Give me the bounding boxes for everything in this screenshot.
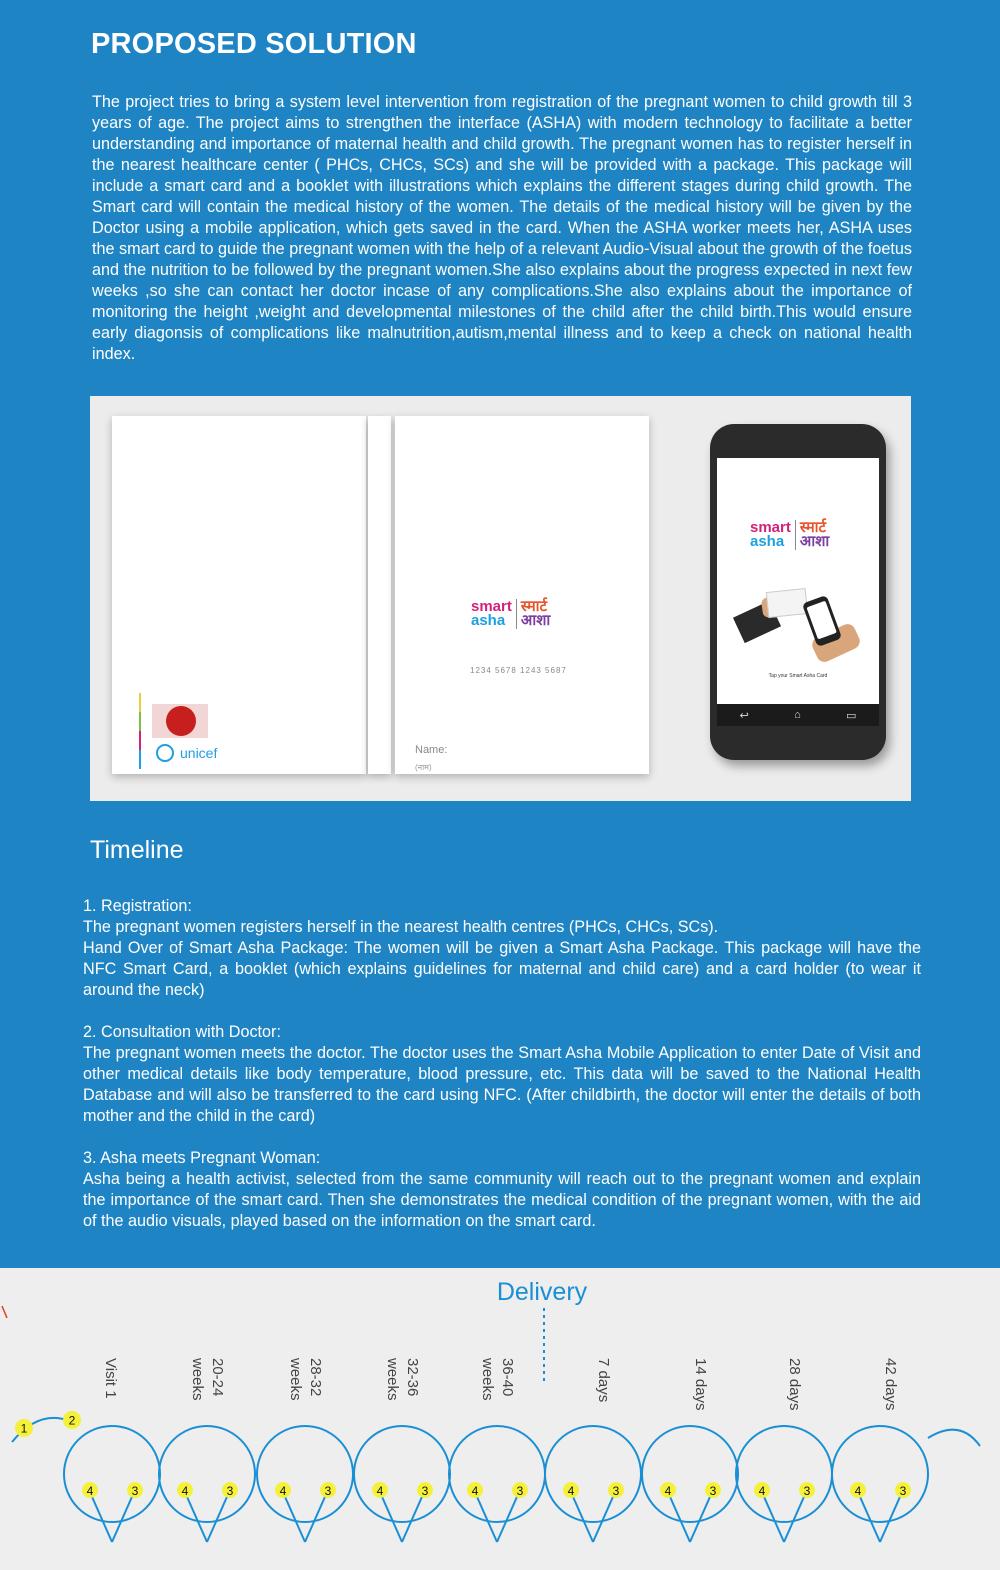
name-label: Name: bbox=[415, 744, 448, 756]
app-logo-word-asha-hi: आशा bbox=[799, 533, 830, 550]
stage-label: weeks bbox=[479, 1357, 496, 1401]
loop-marker-label: 3 bbox=[517, 1484, 524, 1498]
timeline-loop bbox=[353, 1425, 451, 1523]
home-icon: ⌂ bbox=[794, 709, 801, 721]
stage-label: 28-32 bbox=[307, 1358, 324, 1396]
smart-asha-logo: smart ashaस्मार्ट आशा bbox=[471, 599, 550, 629]
stage-label: weeks bbox=[189, 1357, 206, 1401]
loop-marker-label: 4 bbox=[182, 1484, 189, 1498]
app-logo: smart ashaस्मार्ट आशा bbox=[750, 520, 829, 550]
timeline-heading: Timeline bbox=[90, 836, 184, 864]
tap-caption: Tap your Smart Asha Card bbox=[768, 673, 828, 679]
timeline-loop bbox=[256, 1425, 354, 1523]
stage-label: 7 days bbox=[595, 1358, 612, 1402]
loop-marker-label: 4 bbox=[472, 1484, 479, 1498]
loop-marker-label: 3 bbox=[613, 1484, 620, 1498]
stage-label: weeks bbox=[384, 1357, 401, 1401]
phone-nav-bar: ↩ ⌂ ▭ bbox=[717, 704, 879, 726]
corner-accent bbox=[1, 1305, 8, 1319]
loop-marker-label: 4 bbox=[665, 1484, 672, 1498]
timeline-step-3: 3. Asha meets Pregnant Woman: Asha being… bbox=[83, 1149, 921, 1230]
loop-marker-label: 4 bbox=[280, 1484, 287, 1498]
page-title: PROPOSED SOLUTION bbox=[91, 28, 417, 60]
unicef-label: unicef bbox=[180, 745, 218, 761]
loop-marker-label: 3 bbox=[804, 1484, 811, 1498]
app-logo-word-asha: asha bbox=[750, 533, 785, 550]
loop-marker-label: 4 bbox=[568, 1484, 575, 1498]
stage-label: 36-40 bbox=[499, 1358, 516, 1396]
government-emblem bbox=[152, 704, 208, 738]
smart-card-illustration bbox=[765, 587, 809, 619]
logo-word-asha-hi: आशा bbox=[520, 612, 551, 629]
loop-marker-label: 3 bbox=[900, 1484, 907, 1498]
loop-marker-label: 4 bbox=[855, 1484, 862, 1498]
timeline-loop bbox=[158, 1425, 256, 1523]
timeline-step-1: 1. Registration: The pregnant women regi… bbox=[83, 897, 921, 999]
timeline-loop bbox=[831, 1425, 929, 1523]
stage-label: 14 days bbox=[692, 1358, 709, 1411]
recents-icon: ▭ bbox=[845, 709, 857, 722]
name-label-hindi: (नाम) bbox=[415, 763, 432, 772]
loop-marker-label: 4 bbox=[759, 1484, 766, 1498]
stage-label: Visit 1 bbox=[102, 1358, 119, 1399]
start-marker-label: 2 bbox=[69, 1414, 76, 1428]
timeline-loop bbox=[641, 1425, 739, 1523]
phone-mockup: smart ashaस्मार्ट आशा Tap your Smart Asha … bbox=[710, 424, 886, 760]
intro-paragraph: The project tries to bring a system leve… bbox=[92, 93, 912, 363]
phone-screen: smart ashaस्मार्ट आशा Tap your Smart Asha … bbox=[717, 458, 879, 704]
booklet-spine bbox=[368, 416, 391, 774]
back-icon: ↩ bbox=[739, 709, 749, 722]
booklet-front-cover: smart ashaस्मार्ट आशा 1234 5678 1243 5687 … bbox=[395, 416, 649, 774]
globe-icon bbox=[156, 744, 174, 762]
stage-label: 42 days bbox=[882, 1358, 899, 1411]
loop-marker-label: 4 bbox=[377, 1484, 384, 1498]
delivery-label: Delivery bbox=[497, 1278, 588, 1306]
timeline-step-2: 2. Consultation with Doctor: The pregnan… bbox=[83, 1023, 921, 1125]
unicef-logo: unicef bbox=[156, 744, 217, 762]
stage-label: 20-24 bbox=[209, 1358, 226, 1396]
loop-marker-label: 4 bbox=[87, 1484, 94, 1498]
color-stripe bbox=[139, 693, 141, 769]
timeline-text: 1. Registration: The pregnant women regi… bbox=[83, 896, 921, 1253]
loop-marker-label: 3 bbox=[325, 1484, 332, 1498]
start-marker-label: 1 bbox=[21, 1422, 28, 1436]
loop-marker-label: 3 bbox=[227, 1484, 234, 1498]
held-phone-illustration bbox=[801, 594, 843, 648]
timeline-loop bbox=[448, 1425, 546, 1523]
timeline-loop bbox=[735, 1425, 833, 1523]
loop-marker-label: 3 bbox=[422, 1484, 429, 1498]
timeline-diagram: Visit 1 4 3 20-24 weeks 4 3 28-32 weeks 4 3 32-36 we… bbox=[0, 1268, 1000, 1570]
timeline-diagram-svg: Visit 14 320-24weeks4 328-32weeks4 332-36we… bbox=[1, 1278, 981, 1543]
end-arc bbox=[927, 1428, 981, 1447]
loop-marker-label: 3 bbox=[710, 1484, 717, 1498]
loop-marker-label: 3 bbox=[132, 1484, 139, 1498]
stage-label: 28 days bbox=[786, 1358, 803, 1411]
logo-word-asha: asha bbox=[471, 612, 506, 629]
stage-label: weeks bbox=[287, 1357, 304, 1401]
booklet-back-cover: unicef bbox=[112, 416, 366, 774]
product-mockup: unicef smart ashaस्मार्ट आशा 1234 5678 124… bbox=[90, 396, 911, 801]
stage-label: 32-36 bbox=[404, 1358, 421, 1396]
timeline-loop bbox=[544, 1425, 642, 1523]
timeline-loop bbox=[63, 1425, 161, 1523]
card-number: 1234 5678 1243 5687 bbox=[470, 666, 567, 675]
